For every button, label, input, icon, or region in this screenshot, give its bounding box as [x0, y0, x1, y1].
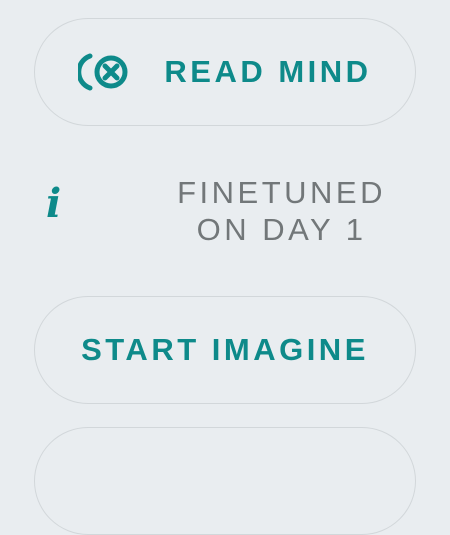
read-mind-button[interactable]: READ MIND — [34, 18, 416, 126]
info-text: FINETUNED ON DAY 1 — [177, 174, 386, 248]
info-icon: i — [46, 180, 62, 227]
info-line-2: ON DAY 1 — [196, 212, 367, 247]
read-mind-label: READ MIND — [164, 54, 372, 89]
info-line-1: FINETUNED — [177, 175, 386, 210]
start-imagine-label: START IMAGINE — [81, 332, 369, 367]
start-imagine-button[interactable]: START IMAGINE — [34, 296, 416, 404]
mind-cancel-icon — [78, 53, 128, 91]
info-row: i FINETUNED ON DAY 1 — [0, 170, 450, 250]
next-button-partial[interactable] — [34, 427, 416, 535]
